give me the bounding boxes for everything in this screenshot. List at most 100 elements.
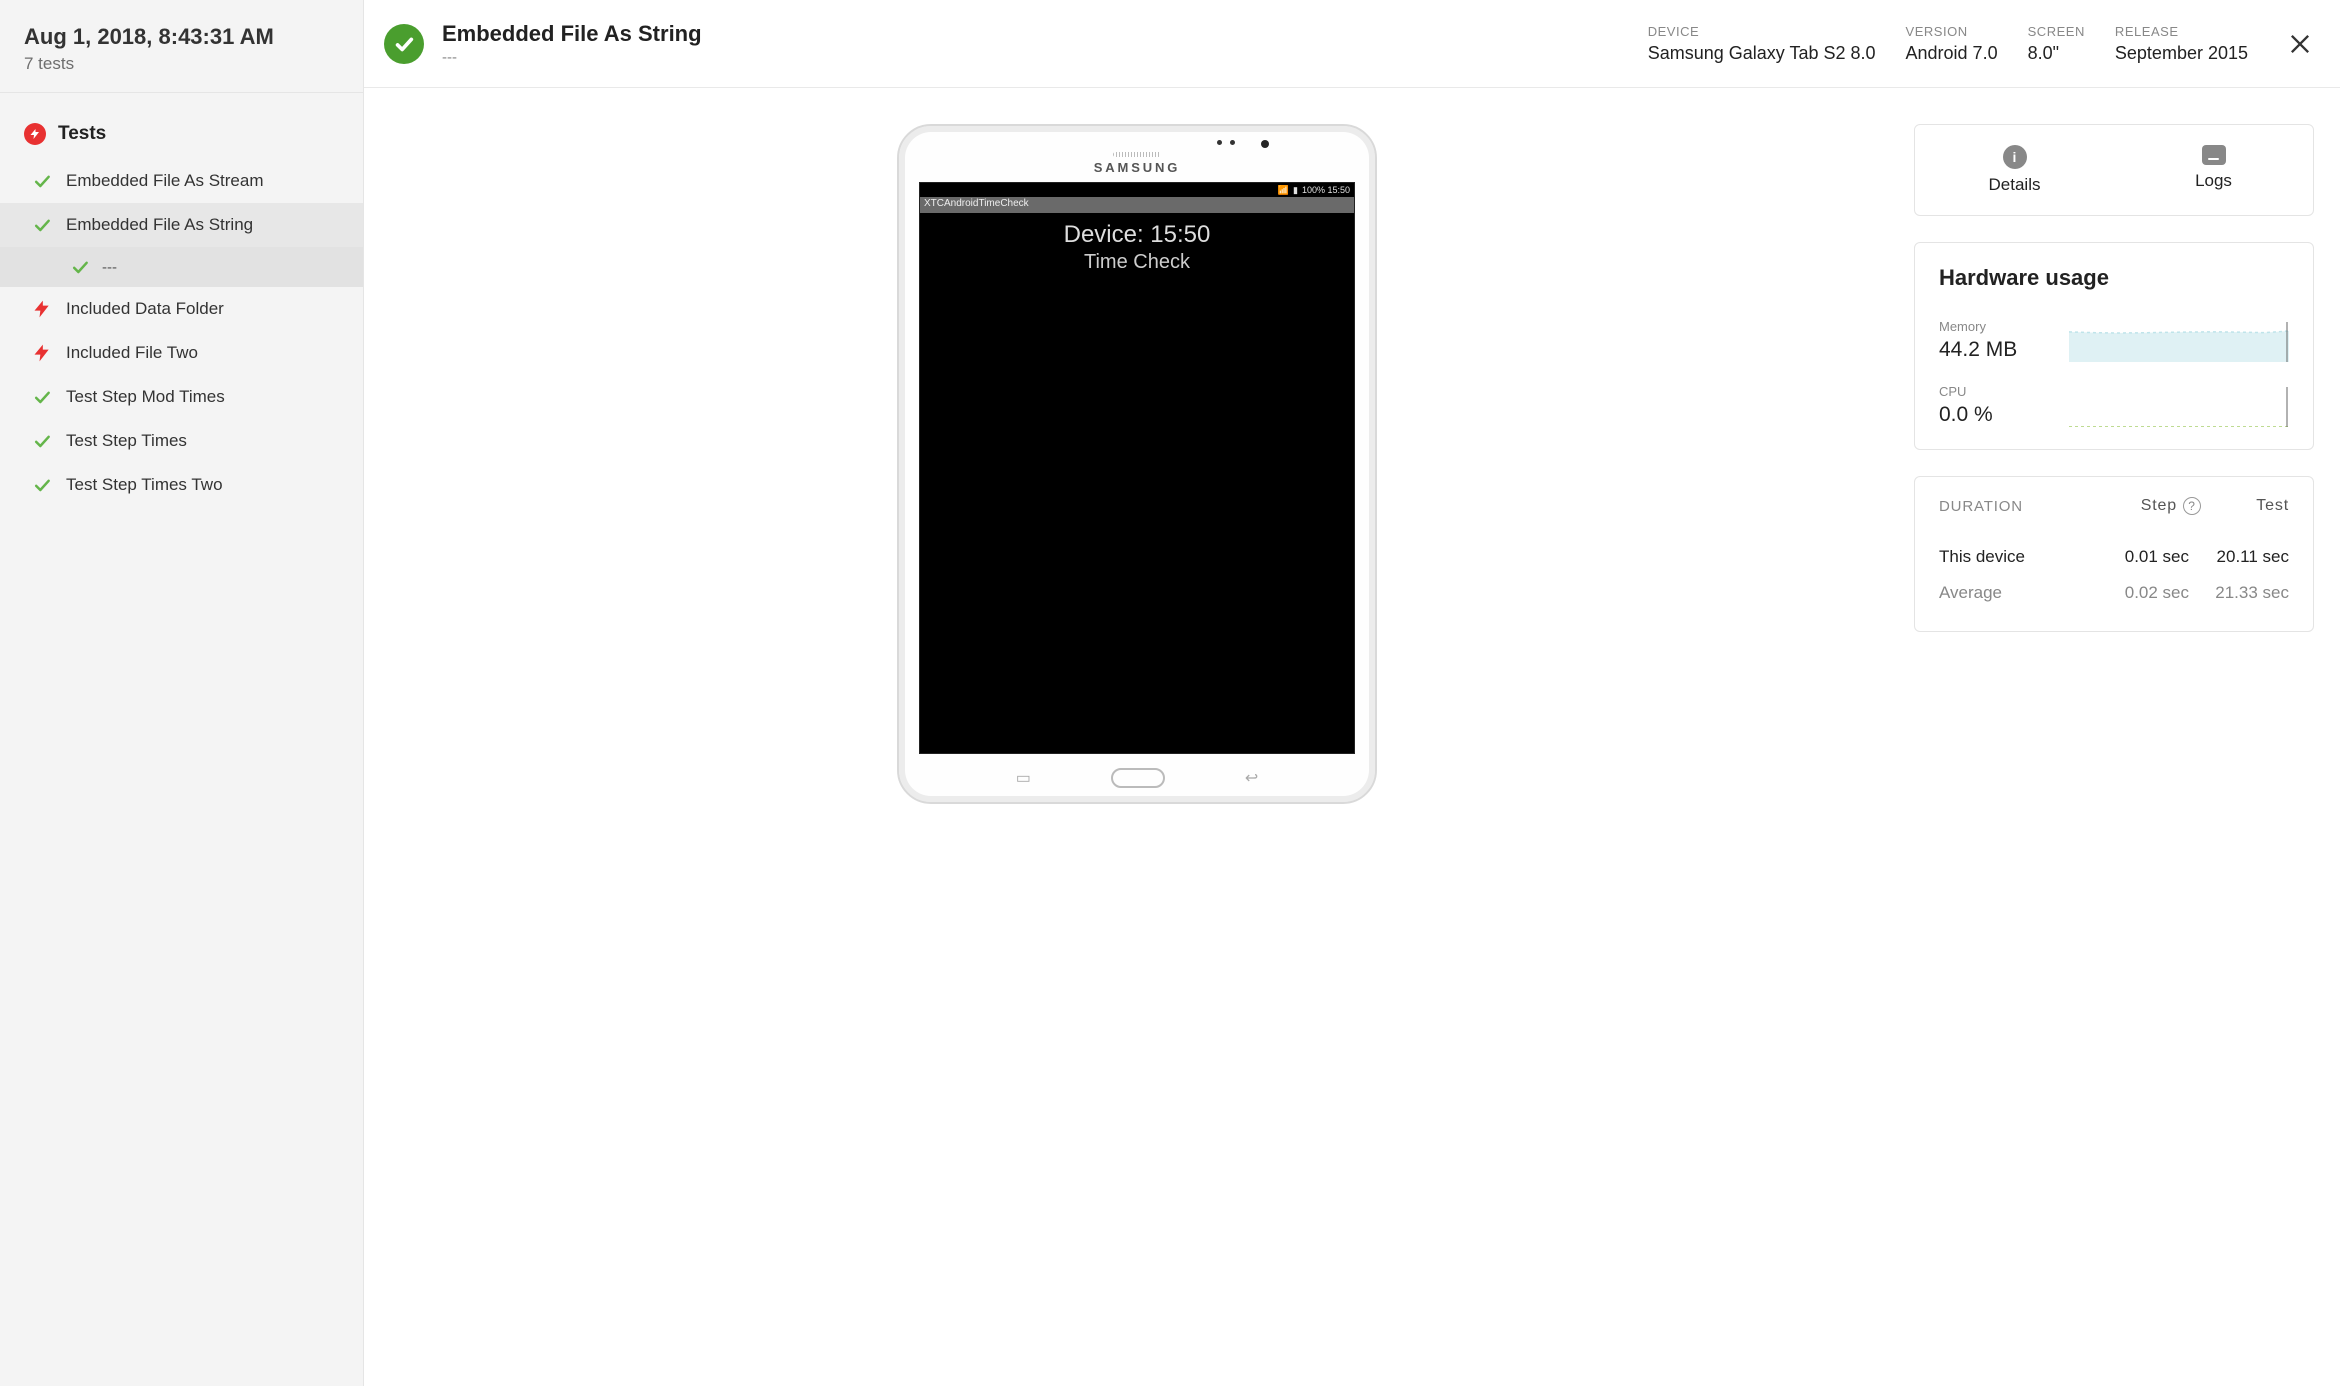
bolt-icon: [24, 123, 46, 145]
test-item[interactable]: Included Data Folder: [0, 287, 363, 331]
duration-row: Average0.02 sec21.33 sec: [1939, 575, 2289, 611]
wifi-icon: 📶: [1278, 185, 1289, 196]
meta-device-label: DEVICE: [1648, 24, 1876, 39]
meta-release-value: September 2015: [2115, 43, 2248, 64]
back-icon: ↩: [1245, 768, 1258, 788]
test-subtitle: ---: [442, 49, 702, 66]
cpu-value: 0.0 %: [1939, 403, 1993, 427]
duration-row-name: This device: [1939, 547, 2089, 567]
statusbar-text: 100% 15:50: [1302, 185, 1350, 195]
test-item[interactable]: Included File Two: [0, 331, 363, 375]
content: SAMSUNG 📶 ▮ 100% 15:50 XTCAndroidTimeChe…: [364, 88, 2340, 1386]
sidebar: Aug 1, 2018, 8:43:31 AM 7 tests Tests Em…: [0, 0, 364, 1386]
duration-header: DURATION Step ? Test: [1939, 497, 2289, 515]
check-icon: [32, 171, 52, 191]
test-item-label: Test Step Times: [66, 431, 187, 451]
meta-device: DEVICE Samsung Galaxy Tab S2 8.0: [1648, 24, 1876, 64]
test-item-label: Embedded File As Stream: [66, 171, 263, 191]
tests-heading: Tests: [0, 115, 363, 159]
test-item-label: Test Step Mod Times: [66, 387, 225, 407]
cpu-sparkline: [2069, 387, 2289, 427]
info-icon: i: [2003, 145, 2027, 169]
sidebar-body: Tests Embedded File As StreamEmbedded Fi…: [0, 93, 363, 507]
device-brand: SAMSUNG: [1094, 160, 1180, 175]
duration-card: DURATION Step ? Test This device0.01 sec…: [1914, 476, 2314, 632]
test-item[interactable]: Embedded File As String: [0, 203, 363, 247]
title-block: Embedded File As String ---: [442, 21, 702, 66]
cpu-row: CPU 0.0 %: [1939, 384, 2289, 427]
tablet-top: SAMSUNG: [899, 126, 1375, 182]
hardware-card: Hardware usage Memory 44.2 MB CPU 0.0 %: [1914, 242, 2314, 450]
test-title: Embedded File As String: [442, 21, 702, 47]
help-icon[interactable]: ?: [2183, 497, 2201, 515]
android-statusbar: 📶 ▮ 100% 15:50: [920, 183, 1354, 197]
duration-heading: DURATION: [1939, 498, 2113, 515]
tablet-frame: SAMSUNG 📶 ▮ 100% 15:50 XTCAndroidTimeChe…: [897, 124, 1377, 804]
duration-row-test: 21.33 sec: [2189, 583, 2289, 603]
tab-details[interactable]: i Details: [1915, 125, 2114, 215]
memory-value: 44.2 MB: [1939, 338, 2017, 362]
home-button: [1111, 768, 1165, 788]
tab-logs[interactable]: Logs: [2114, 125, 2313, 215]
test-item[interactable]: Test Step Times Two: [0, 463, 363, 507]
sensors: [1217, 140, 1269, 148]
memory-label: Memory: [1939, 319, 2017, 334]
duration-rows: This device0.01 sec20.11 secAverage0.02 …: [1939, 539, 2289, 611]
run-timestamp: Aug 1, 2018, 8:43:31 AM: [24, 24, 339, 50]
meta-screen: SCREEN 8.0": [2028, 24, 2085, 64]
meta-screen-label: SCREEN: [2028, 24, 2085, 39]
tests-heading-label: Tests: [58, 123, 106, 145]
test-substep[interactable]: ---: [0, 247, 363, 287]
test-substep-label: ---: [102, 259, 117, 276]
check-icon: [70, 257, 90, 277]
tabs: i Details Logs: [1915, 125, 2313, 215]
app-title-bar: XTCAndroidTimeCheck: [920, 197, 1354, 213]
speaker-grill: [1113, 152, 1161, 157]
bolt-icon: [32, 299, 52, 319]
hardware-heading: Hardware usage: [1939, 265, 2289, 291]
meta-version-label: VERSION: [1906, 24, 1998, 39]
meta-release-label: RELEASE: [2115, 24, 2248, 39]
memory-row: Memory 44.2 MB: [1939, 319, 2289, 362]
tab-details-label: Details: [1989, 175, 2041, 195]
device-screen: 📶 ▮ 100% 15:50 XTCAndroidTimeCheck Devic…: [919, 182, 1355, 754]
test-item[interactable]: Embedded File As Stream: [0, 159, 363, 203]
signal-icon: ▮: [1293, 185, 1298, 196]
screen-line2: Time Check: [920, 251, 1354, 274]
test-item[interactable]: Test Step Mod Times: [0, 375, 363, 419]
run-test-count: 7 tests: [24, 54, 339, 74]
recent-apps-icon: ▭: [1016, 768, 1031, 788]
cpu-label: CPU: [1939, 384, 1993, 399]
close-button[interactable]: [2286, 30, 2314, 58]
test-list: Embedded File As Stream Embedded File As …: [0, 159, 363, 507]
test-item-label: Test Step Times Two: [66, 475, 223, 495]
duration-col-step-label: Step: [2141, 497, 2177, 515]
right-panel: i Details Logs Hardware usage Memory 44.…: [1914, 124, 2314, 1350]
duration-row-test: 20.11 sec: [2189, 547, 2289, 567]
memory-sparkline: [2069, 322, 2289, 362]
tablet-bottom: ▭ ↩: [899, 754, 1375, 802]
duration-row-step: 0.01 sec: [2089, 547, 2189, 567]
test-item[interactable]: Test Step Times: [0, 419, 363, 463]
duration-col-step: Step ?: [2113, 497, 2201, 515]
tabs-card: i Details Logs: [1914, 124, 2314, 216]
topbar: Embedded File As String --- DEVICE Samsu…: [364, 0, 2340, 88]
check-icon: [32, 215, 52, 235]
test-item-label: Embedded File As String: [66, 215, 253, 235]
tab-logs-label: Logs: [2195, 171, 2232, 191]
meta-version: VERSION Android 7.0: [1906, 24, 1998, 64]
status-pass-icon: [384, 24, 424, 64]
sidebar-header: Aug 1, 2018, 8:43:31 AM 7 tests: [0, 0, 363, 93]
meta-screen-value: 8.0": [2028, 43, 2085, 64]
test-item-label: Included File Two: [66, 343, 198, 363]
duration-col-test: Test: [2201, 497, 2289, 515]
main: Embedded File As String --- DEVICE Samsu…: [364, 0, 2340, 1386]
logs-icon: [2202, 145, 2226, 165]
meta-device-value: Samsung Galaxy Tab S2 8.0: [1648, 43, 1876, 64]
meta-group: DEVICE Samsung Galaxy Tab S2 8.0 VERSION…: [1648, 24, 2248, 64]
meta-release: RELEASE September 2015: [2115, 24, 2248, 64]
screen-line1: Device: 15:50: [920, 221, 1354, 249]
duration-row: This device0.01 sec20.11 sec: [1939, 539, 2289, 575]
check-icon: [32, 475, 52, 495]
device-preview: SAMSUNG 📶 ▮ 100% 15:50 XTCAndroidTimeChe…: [390, 124, 1884, 1350]
